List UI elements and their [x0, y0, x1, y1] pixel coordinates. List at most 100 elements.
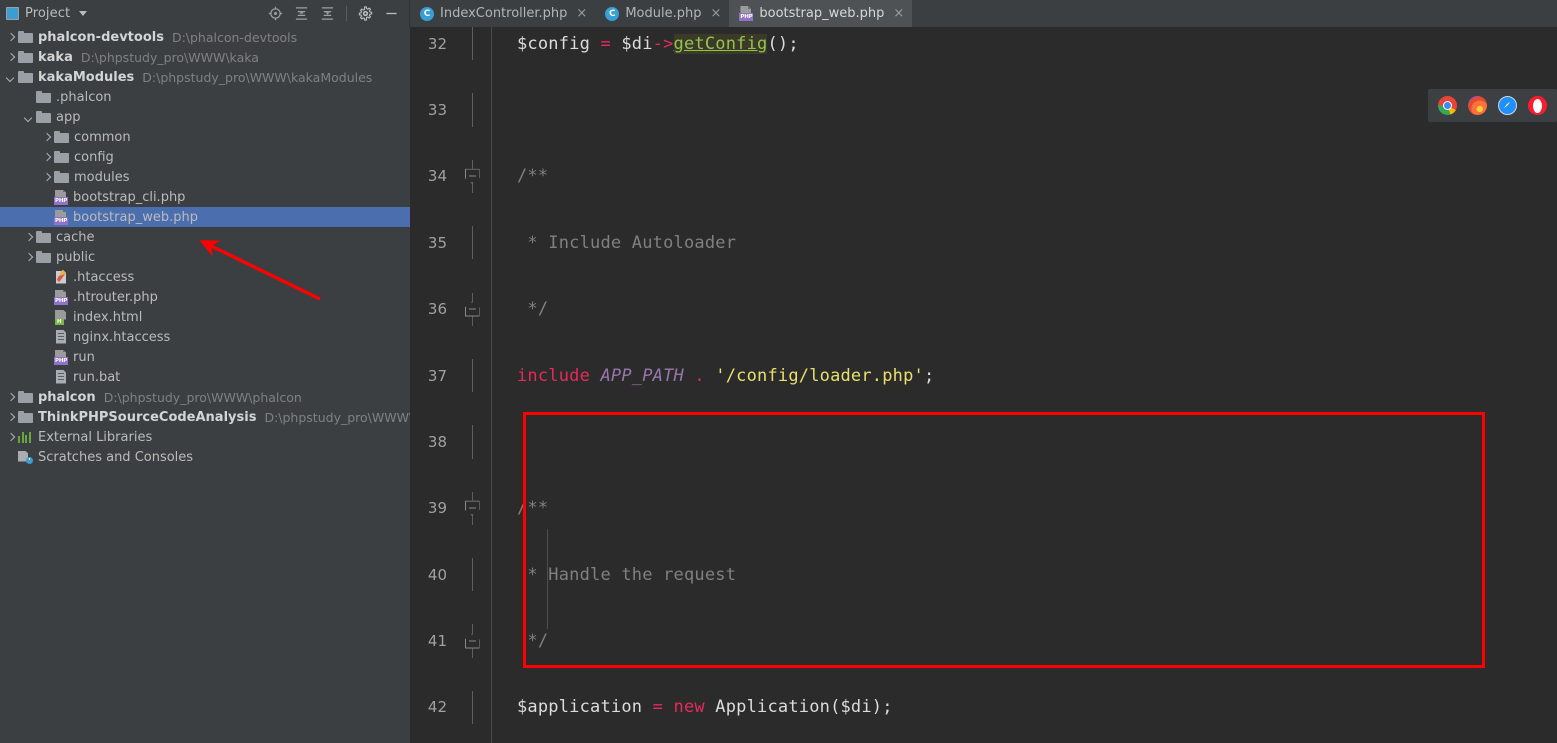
tree-item-label: .htrouter.php	[73, 289, 158, 305]
folder-icon	[36, 231, 51, 243]
fold-collapse-icon[interactable]	[464, 633, 480, 649]
code-text: */	[491, 299, 1557, 319]
tree-item-run-bat[interactable]: run.bat	[0, 367, 410, 387]
close-icon[interactable]: ×	[710, 7, 721, 20]
tree-item-label: phalcon-devtools	[38, 29, 164, 45]
editor-tab-module[interactable]: C Module.php ×	[595, 0, 729, 27]
code-token: ;	[923, 365, 935, 386]
chevron-right-icon[interactable]	[42, 173, 51, 182]
code-token: */	[517, 299, 549, 320]
folder-icon	[54, 131, 69, 143]
tree-item-cache[interactable]: cache	[0, 227, 410, 247]
code-line-37[interactable]: 37 include APP_PATH . '/config/loader.php…	[410, 358, 1557, 393]
fold-collapse-icon[interactable]	[464, 500, 480, 516]
chevron-down-icon[interactable]	[24, 113, 33, 122]
tree-item--phalcon[interactable]: .phalcon	[0, 87, 410, 107]
code-line-36[interactable]: 36 */	[410, 292, 1557, 326]
code-line-38[interactable]: 38	[410, 425, 1557, 459]
code-line-40[interactable]: 40 * Handle the request	[410, 558, 1557, 592]
project-tree-panel[interactable]: phalcon-devtools D:\phalcon-devtools kaka D…	[0, 27, 410, 743]
php-file-icon: PHP	[54, 209, 69, 225]
code-text: * Handle the request	[491, 565, 1557, 585]
chevron-right-icon[interactable]	[42, 153, 51, 162]
collapse-all-icon[interactable]	[320, 6, 335, 21]
chevron-right-icon[interactable]	[42, 133, 51, 142]
tree-item-bootstrap-web-php[interactable]: PHP bootstrap_web.php	[0, 207, 410, 227]
main-area: phalcon-devtools D:\phalcon-devtools kaka D…	[0, 27, 1557, 743]
fold-collapse-icon[interactable]	[464, 301, 480, 317]
chevron-right-icon[interactable]	[6, 413, 15, 422]
top-row: Project C IndexController.php × C Module…	[0, 0, 1557, 27]
tree-item-config[interactable]: config	[0, 147, 410, 167]
tree-item-index-html[interactable]: Hindex.html	[0, 307, 410, 327]
code-editor[interactable]: 32 $config = $di->getConfig(); 33 34 /** 35 *…	[410, 27, 1557, 743]
code-text: $application = new Application($di);	[491, 697, 1557, 717]
locate-target-icon[interactable]	[268, 6, 283, 21]
tree-item-thinkphpsourcecodeanalysis[interactable]: ThinkPHPSourceCodeAnalysis D:\phpstudy_pr…	[0, 407, 410, 427]
close-icon[interactable]: ×	[576, 7, 587, 20]
tree-item-common[interactable]: common	[0, 127, 410, 147]
tree-item-modules[interactable]: modules	[0, 167, 410, 187]
code-line-32[interactable]: 32 $config = $di->getConfig();	[410, 27, 1557, 61]
line-number: 34	[427, 167, 447, 186]
tree-item-public[interactable]: public	[0, 247, 410, 267]
chevron-right-icon[interactable]	[24, 233, 33, 242]
folder-icon	[54, 151, 69, 163]
tree-item-label: kakaModules	[38, 69, 135, 85]
tree-item--htaccess[interactable]: .htaccess	[0, 267, 410, 287]
tree-item-label: index.html	[73, 309, 143, 325]
code-line-33[interactable]: 33	[410, 93, 1557, 127]
safari-icon[interactable]	[1498, 96, 1517, 115]
code-token: /**	[517, 498, 549, 519]
chevron-right-icon[interactable]	[6, 33, 15, 42]
php-class-icon: C	[605, 6, 620, 21]
close-icon[interactable]: ×	[893, 7, 904, 20]
code-line-39[interactable]: 39 /**	[410, 491, 1557, 525]
code-token: '/config/loader.php'	[715, 365, 924, 386]
editor-tab-bootstrap-web[interactable]: PHP bootstrap_web.php ×	[729, 0, 913, 27]
chevron-right-icon[interactable]	[6, 393, 15, 402]
tree-item-app[interactable]: app	[0, 107, 410, 127]
hide-panel-icon[interactable]	[384, 6, 399, 21]
php-file-icon: PHP	[739, 6, 754, 21]
line-number: 32	[427, 34, 447, 53]
code-line-42[interactable]: 42 $application = new Application($di);	[410, 690, 1557, 725]
opera-icon[interactable]	[1528, 96, 1547, 115]
code-token: */	[517, 631, 549, 652]
tree-item-phalcon-devtools[interactable]: phalcon-devtools D:\phalcon-devtools	[0, 27, 410, 47]
tree-item-label: ThinkPHPSourceCodeAnalysis	[38, 409, 257, 425]
folder-icon	[36, 111, 51, 123]
fold-gutter	[453, 93, 491, 127]
code-line-34[interactable]: 34 /**	[410, 159, 1557, 193]
chrome-icon[interactable]	[1438, 96, 1457, 115]
project-panel-title-group[interactable]: Project	[6, 6, 88, 21]
code-text: * Include Autoloader	[491, 233, 1557, 253]
browser-launch-popup[interactable]	[1428, 89, 1557, 122]
fold-collapse-icon[interactable]	[464, 168, 480, 184]
firefox-icon[interactable]	[1468, 96, 1487, 115]
code-line-41[interactable]: 41 */	[410, 624, 1557, 658]
tree-item--htrouter-php[interactable]: PHP .htrouter.php	[0, 287, 410, 307]
tree-item-kaka[interactable]: kaka D:\phpstudy_pro\WWW\kaka	[0, 47, 410, 67]
chevron-right-icon[interactable]	[6, 433, 15, 442]
tree-item-phalcon[interactable]: phalcon D:\phpstudy_pro\WWW\phalcon	[0, 387, 410, 407]
settings-gear-icon[interactable]	[358, 6, 373, 21]
chevron-down-icon[interactable]	[6, 73, 15, 82]
tree-item-run[interactable]: PHP run	[0, 347, 410, 367]
tree-item-kakamodules[interactable]: kakaModules D:\phpstudy_pro\WWW\kakaModul…	[0, 67, 410, 87]
expand-all-icon[interactable]	[294, 6, 309, 21]
tree-item-scratches-and-consoles[interactable]: Scratches and Consoles	[0, 447, 410, 467]
chevron-down-icon[interactable]	[79, 11, 88, 16]
tree-item-label: public	[56, 249, 96, 265]
chevron-right-icon[interactable]	[24, 253, 33, 262]
code-line-35[interactable]: 35 * Include Autoloader	[410, 226, 1557, 260]
chevron-right-icon[interactable]	[6, 53, 15, 62]
tree-item-external-libraries[interactable]: External Libraries	[0, 427, 410, 447]
tree-item-nginx-htaccess[interactable]: nginx.htaccess	[0, 327, 410, 347]
tree-item-bootstrap-cli-php[interactable]: PHP bootstrap_cli.php	[0, 187, 410, 207]
editor-tab-indexcontroller[interactable]: C IndexController.php ×	[410, 0, 595, 27]
